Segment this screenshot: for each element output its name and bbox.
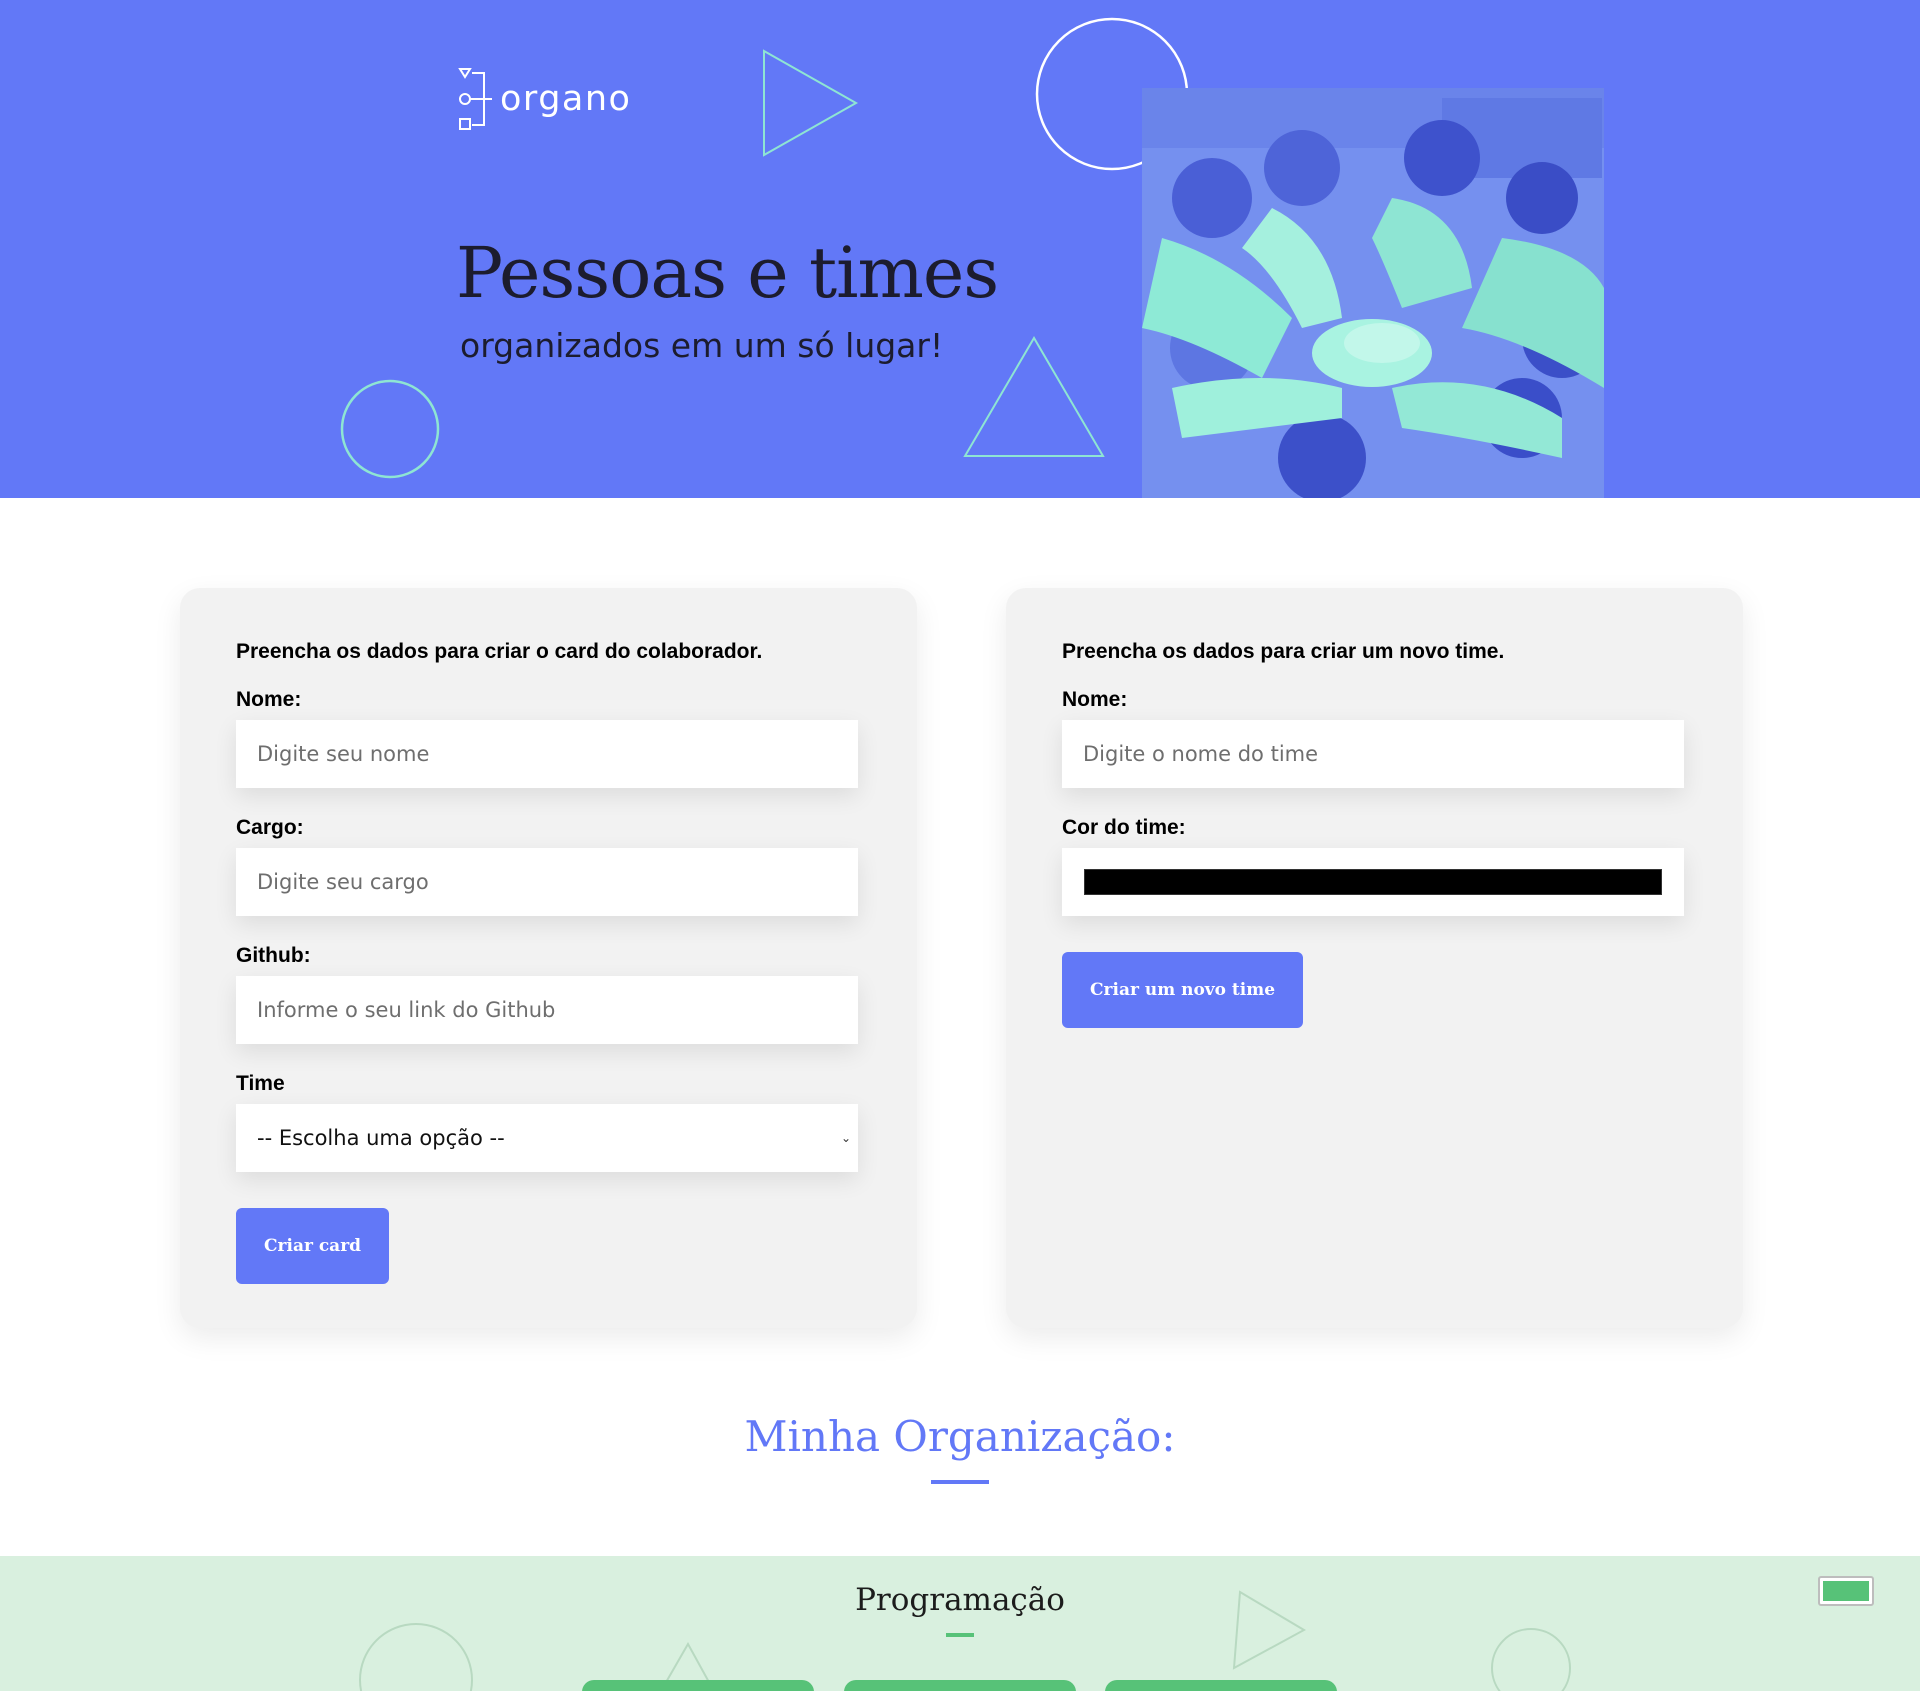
team-color-fill bbox=[1823, 1581, 1869, 1601]
circle-outline-shape bbox=[1491, 1628, 1571, 1691]
organization-title: Minha Organização: bbox=[744, 1412, 1176, 1461]
organo-logo[interactable]: organo bbox=[458, 66, 631, 132]
team-color-label: Cor do time: bbox=[1062, 816, 1186, 839]
team-section-programacao: Programação bbox=[0, 1556, 1920, 1691]
hero-subtitle: organizados em um só lugar! bbox=[460, 326, 944, 365]
team-select[interactable]: -- Escolha uma opção -- ⌄ bbox=[236, 1104, 858, 1172]
team-select-value: -- Escolha uma opção -- bbox=[257, 1126, 505, 1150]
org-chart-icon bbox=[458, 68, 492, 130]
github-label: Github: bbox=[236, 944, 311, 967]
member-card bbox=[844, 1680, 1076, 1691]
team-photo bbox=[1142, 88, 1604, 498]
member-card bbox=[582, 1680, 814, 1691]
github-input[interactable]: Informe o seu link do Github bbox=[236, 976, 858, 1044]
role-input[interactable]: Digite seu cargo bbox=[236, 848, 858, 916]
team-color-swatch bbox=[1084, 869, 1662, 895]
banner: organo Pessoas e times organizados em um… bbox=[0, 0, 1920, 498]
team-photo-illustration bbox=[1142, 88, 1604, 498]
name-label: Nome: bbox=[236, 688, 302, 711]
role-label: Cargo: bbox=[236, 816, 304, 839]
triangle-outline-shape bbox=[763, 49, 859, 157]
triangle-outline-shape bbox=[663, 1641, 712, 1685]
team-label: Time bbox=[236, 1072, 285, 1095]
chevron-down-icon: ⌄ bbox=[840, 1131, 851, 1145]
create-card-button[interactable]: Criar card bbox=[236, 1208, 390, 1284]
collaborator-form: Preencha os dados para criar o card do c… bbox=[180, 588, 917, 1328]
member-card bbox=[1105, 1680, 1337, 1691]
circle-outline-shape bbox=[340, 379, 440, 479]
team-form-heading: Preencha os dados para criar um novo tim… bbox=[1062, 640, 1505, 663]
circle-outline-shape bbox=[359, 1623, 473, 1691]
team-name-input-placeholder: Digite o nome do time bbox=[1083, 742, 1319, 766]
name-input-placeholder: Digite seu nome bbox=[257, 742, 430, 766]
triangle-outline-shape bbox=[963, 336, 1105, 457]
team-decorations bbox=[359, 1590, 1571, 1691]
logo-text: organo bbox=[500, 79, 632, 119]
team-title-underline bbox=[946, 1633, 974, 1637]
collaborator-form-heading: Preencha os dados para criar o card do c… bbox=[236, 640, 763, 663]
team-title: Programação bbox=[855, 1582, 1065, 1618]
team-name-label: Nome: bbox=[1062, 688, 1128, 711]
hero-title: Pessoas e times bbox=[456, 232, 999, 314]
name-input[interactable]: Digite seu nome bbox=[236, 720, 858, 788]
team-form: Preencha os dados para criar um novo tim… bbox=[1006, 588, 1743, 1328]
create-team-button[interactable]: Criar um novo time bbox=[1062, 952, 1304, 1028]
organization-title-underline bbox=[931, 1480, 989, 1484]
role-input-placeholder: Digite seu cargo bbox=[257, 870, 429, 894]
team-color-input[interactable] bbox=[1062, 848, 1684, 916]
team-name-input[interactable]: Digite o nome do time bbox=[1062, 720, 1684, 788]
team-color-picker[interactable] bbox=[1818, 1576, 1874, 1606]
github-input-placeholder: Informe o seu link do Github bbox=[257, 998, 556, 1022]
